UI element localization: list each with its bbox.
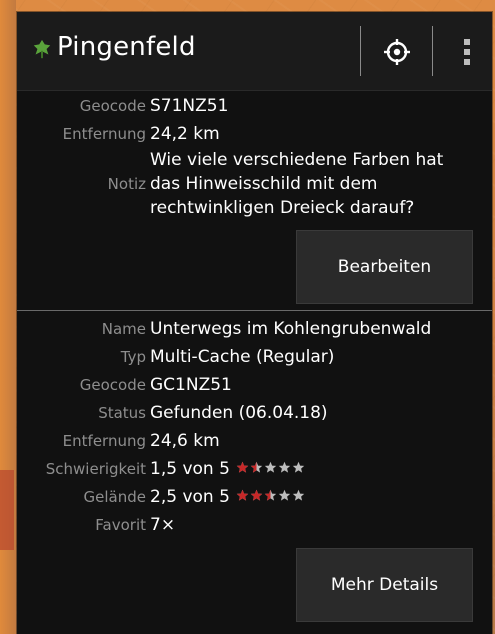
detail-row-name: Name Unterwegs im Kohlengrubenwald: [17, 315, 492, 343]
detail-row-status: Status Gefunden (06.04.18): [17, 399, 492, 427]
star-icon: [278, 461, 291, 473]
distance-value: 24,2 km: [150, 124, 220, 144]
edit-button[interactable]: Bearbeiten: [296, 230, 473, 304]
status-label: Status: [98, 404, 146, 422]
crosshair-target-icon: [384, 39, 410, 65]
detail-row-note: Notiz Wie viele verschiedene Farben hat …: [17, 148, 492, 220]
distance-value: 24,6 km: [150, 431, 220, 451]
waypoint-details: Geocode S71NZ51 Entfernung 24,2 km Notiz…: [17, 92, 492, 220]
detail-row-distance: Entfernung 24,6 km: [17, 427, 492, 455]
star-icon: [278, 489, 291, 501]
navigate-target-button[interactable]: [367, 32, 427, 72]
header-divider: [360, 26, 361, 76]
more-details-button[interactable]: Mehr Details: [296, 548, 473, 622]
note-value: Wie viele verschiedene Farben hat das Hi…: [150, 150, 444, 218]
star-icon: [250, 489, 263, 501]
detail-row-difficulty: Schwierigkeit 1,5 von 5: [17, 455, 492, 483]
cache-details: Name Unterwegs im Kohlengrubenwald Typ M…: [17, 315, 492, 539]
type-label: Typ: [120, 348, 146, 366]
star-icon: [292, 461, 305, 473]
favorite-label: Favorit: [95, 516, 146, 534]
star-icon: [292, 489, 305, 501]
distance-label: Entfernung: [62, 432, 146, 450]
status-value: Gefunden (06.04.18): [150, 403, 328, 423]
terrain-value: 2,5 von 5: [150, 487, 230, 507]
popup-title: Pingenfeld: [57, 32, 196, 62]
terrain-value-wrap: 2,5 von 5: [150, 483, 306, 511]
name-value: Unterwegs im Kohlengrubenwald: [150, 319, 432, 339]
note-label: Notiz: [107, 175, 146, 193]
geocode-value: GC1NZ51: [150, 375, 232, 395]
star-icon: [264, 489, 277, 501]
terrain-stars: [236, 483, 306, 511]
geocode-value: S71NZ51: [150, 96, 229, 116]
star-icon: [236, 489, 249, 501]
section-divider: [17, 310, 492, 311]
difficulty-value: 1,5 von 5: [150, 459, 230, 479]
detail-row-type: Typ Multi-Cache (Regular): [17, 343, 492, 371]
detail-row-geocode: Geocode S71NZ51: [17, 92, 492, 120]
name-label: Name: [101, 320, 146, 338]
star-icon: [264, 461, 277, 473]
map-edge: [0, 0, 16, 634]
geocode-label: Geocode: [79, 97, 146, 115]
detail-row-geocode: Geocode GC1NZ51: [17, 371, 492, 399]
popup-header: Pingenfeld: [17, 12, 492, 91]
detail-row-distance: Entfernung 24,2 km: [17, 120, 492, 148]
difficulty-stars: [236, 455, 306, 483]
overflow-menu-icon: [464, 39, 470, 65]
cache-popup-panel: Pingenfeld Geocode S71NZ51 Entfernung 24…: [17, 12, 492, 634]
distance-label: Entfernung: [62, 125, 146, 143]
star-icon: [236, 461, 249, 473]
star-icon: [250, 461, 263, 473]
detail-row-favorite: Favorit 7×: [17, 511, 492, 539]
terrain-label: Gelände: [83, 488, 146, 506]
favorite-value: 7×: [150, 515, 176, 535]
leaf-icon: [33, 39, 51, 59]
map-feature: [0, 470, 14, 550]
detail-row-terrain: Gelände 2,5 von 5: [17, 483, 492, 511]
overflow-menu-button[interactable]: [447, 32, 487, 72]
difficulty-value-wrap: 1,5 von 5: [150, 455, 306, 483]
difficulty-label: Schwierigkeit: [45, 460, 146, 478]
type-value: Multi-Cache (Regular): [150, 347, 335, 367]
geocode-label: Geocode: [79, 376, 146, 394]
header-divider: [432, 26, 433, 76]
